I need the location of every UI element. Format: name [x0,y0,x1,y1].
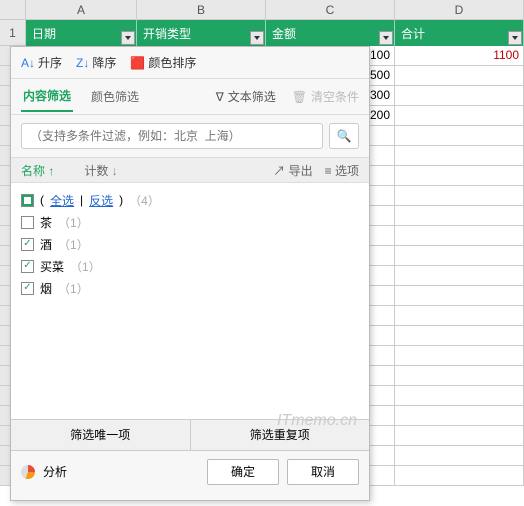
cancel-button[interactable]: 取消 [287,459,359,485]
checkbox-indeterminate[interactable] [21,194,34,207]
row-number[interactable]: 1 [0,20,26,46]
col-name[interactable]: 名称 ↑ [21,162,54,179]
filter-list: (全选|反选)（4） 茶（1） 酒（1） 买菜（1） 烟（1） ITmemo.c… [11,183,369,419]
list-header: 名称 ↑ 计数 ↓ ↗ 导出 ≡ 选项 [11,157,369,183]
select-all-row: (全选|反选)（4） [21,189,359,211]
cell[interactable] [395,66,524,86]
header-total[interactable]: 合计 [395,20,524,46]
bottom-bar: 分析 确定 取消 [11,450,369,492]
pie-chart-icon [21,465,35,479]
inverse-link[interactable]: 反选 [89,192,113,209]
sort-desc-icon: Z↓ [76,56,89,70]
list-item[interactable]: 酒（1） [21,233,359,255]
col-header-d[interactable]: D [395,0,524,20]
filter-dropdown-icon[interactable] [121,31,135,45]
analysis-button[interactable]: 分析 [43,463,67,480]
trash-icon: 🗑 [292,90,307,104]
checkbox[interactable] [21,260,34,273]
header-amount[interactable]: 金额 [266,20,395,46]
corner-cell[interactable] [0,0,26,20]
color-sort-icon: 🟥 [130,56,145,70]
export-button[interactable]: ↗ 导出 [273,162,312,179]
tab-color-filter[interactable]: 颜色筛选 [89,82,141,111]
search-icon: 🔍 [337,129,352,143]
options-button[interactable]: ≡ 选项 [325,162,359,179]
col-count[interactable]: 计数 ↓ [84,162,117,179]
sort-asc-button[interactable]: A↓升序 [21,54,62,71]
tab-content-filter[interactable]: 内容筛选 [21,81,73,112]
options-icon: ≡ [325,164,332,178]
sort-desc-button[interactable]: Z↓降序 [76,54,116,71]
sort-up-icon: ↑ [48,164,54,178]
filter-panel: A↓升序 Z↓降序 🟥颜色排序 内容筛选 颜色筛选 ∇文本筛选 🗑清空条件 🔍 … [10,46,370,501]
ok-button[interactable]: 确定 [207,459,279,485]
filter-dropdown-icon[interactable] [379,31,393,45]
sort-color-button[interactable]: 🟥颜色排序 [130,54,196,71]
text-filter-button[interactable]: ∇文本筛选 [216,88,276,105]
cell[interactable] [395,106,524,126]
search-input[interactable] [21,123,323,149]
cell[interactable] [395,86,524,106]
clear-filter-button[interactable]: 🗑清空条件 [292,88,359,105]
header-type[interactable]: 开销类型 [137,20,266,46]
checkbox[interactable] [21,238,34,251]
checkbox[interactable] [21,282,34,295]
filter-unique-button[interactable]: 筛选唯一项 [11,420,191,450]
filter-dropdown-icon[interactable] [250,31,264,45]
filter-tabs: 内容筛选 颜色筛选 ∇文本筛选 🗑清空条件 [11,79,369,115]
col-header-b[interactable]: B [137,0,266,20]
checkbox[interactable] [21,216,34,229]
sort-down-icon: ↓ [112,164,118,178]
export-icon: ↗ [273,164,285,178]
sort-asc-icon: A↓ [21,56,35,70]
header-date[interactable]: 日期 [26,20,137,46]
list-item[interactable]: 买菜（1） [21,255,359,277]
col-header-c[interactable]: C [266,0,395,20]
search-row: 🔍 [11,115,369,157]
cell[interactable]: 1100 [395,46,524,66]
sort-bar: A↓升序 Z↓降序 🟥颜色排序 [11,47,369,79]
list-item[interactable]: 茶（1） [21,211,359,233]
select-all-link[interactable]: 全选 [50,192,74,209]
watermark: ITmemo.cn [277,412,357,419]
list-item[interactable]: 烟（1） [21,277,359,299]
filter-dropdown-icon[interactable] [508,31,522,45]
col-header-a[interactable]: A [26,0,137,20]
total-count: （4） [129,192,160,209]
search-button[interactable]: 🔍 [329,123,359,149]
funnel-icon: ∇ [216,90,224,104]
